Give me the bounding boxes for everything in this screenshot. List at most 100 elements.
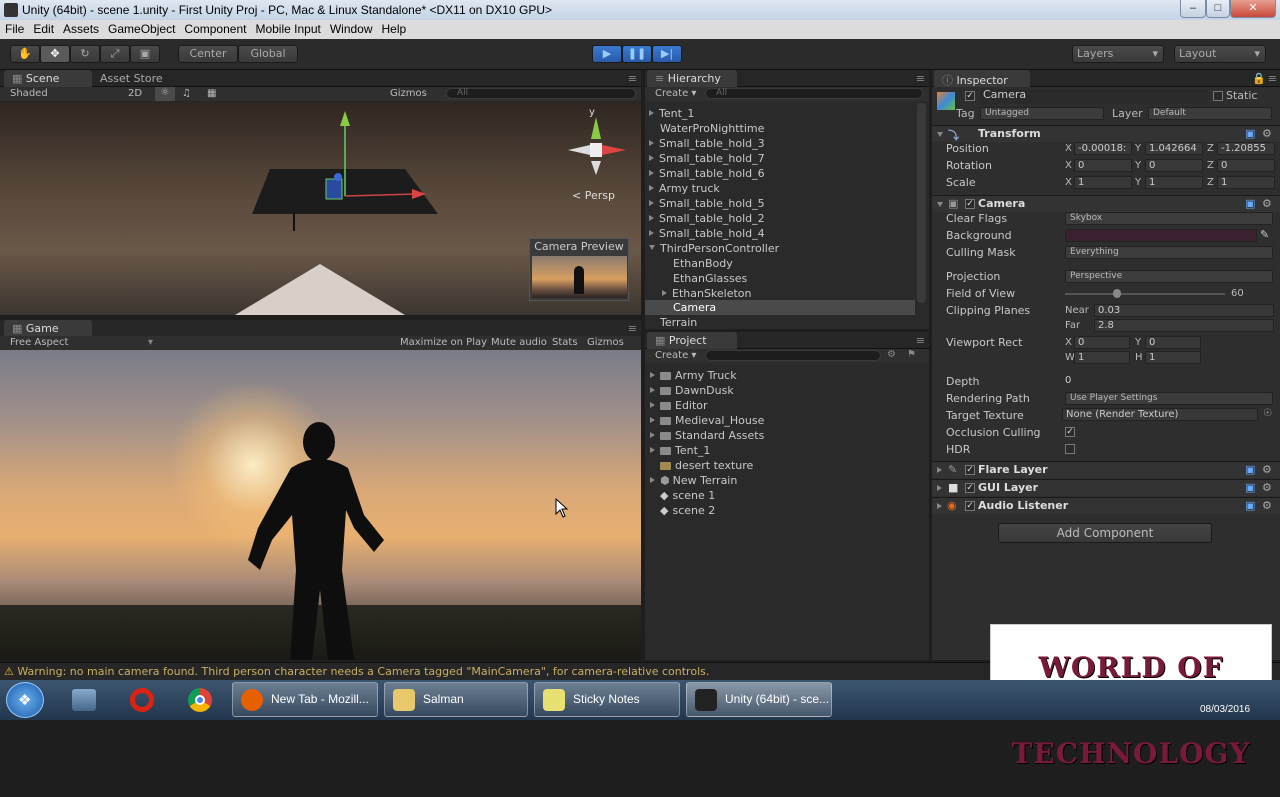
gear-icon[interactable]: ⚙	[1262, 499, 1272, 512]
rotation-z-input[interactable]: 0	[1217, 159, 1275, 172]
play-button[interactable]: ▶	[592, 45, 622, 63]
expand-arrow-icon[interactable]	[937, 503, 942, 509]
help-icon[interactable]: ▣	[1245, 197, 1255, 210]
stats-toggle[interactable]: Stats	[552, 337, 578, 348]
scale-z-input[interactable]: 1	[1217, 176, 1275, 189]
hierarchy-scrollbar[interactable]	[917, 103, 926, 303]
scale-y-input[interactable]: 1	[1145, 176, 1203, 189]
shading-mode-dropdown[interactable]: Shaded	[10, 88, 48, 99]
hand-tool-icon[interactable]: ✋	[10, 45, 40, 63]
scene-search-input[interactable]: All	[446, 88, 636, 99]
gizmo-center-cube[interactable]	[590, 143, 602, 157]
hdr-checkbox[interactable]	[1065, 444, 1075, 454]
orientation-gizmo[interactable]	[562, 109, 634, 179]
expand-arrow-icon[interactable]	[650, 447, 655, 453]
panel-menu-icon[interactable]: ≡	[628, 322, 637, 335]
expand-arrow-icon[interactable]	[649, 185, 654, 191]
viewport-x-input[interactable]: 0	[1074, 336, 1130, 349]
position-y-input[interactable]: 1.042664	[1145, 142, 1203, 155]
object-picker-icon[interactable]: ☉	[1263, 408, 1272, 419]
camera-enabled-checkbox[interactable]: ✓	[965, 199, 975, 209]
2d-toggle[interactable]: 2D	[128, 88, 142, 99]
maximize-button[interactable]: □	[1206, 0, 1230, 18]
layout-dropdown[interactable]: Layout ▾	[1174, 45, 1266, 63]
search-by-type-icon[interactable]: ⚙	[887, 349, 896, 360]
target-texture-field[interactable]: None (Render Texture)	[1062, 408, 1258, 421]
opera-pinned-icon[interactable]	[122, 683, 162, 717]
background-color-swatch[interactable]	[1065, 229, 1257, 242]
rotation-y-input[interactable]: 0	[1145, 159, 1203, 172]
gear-icon[interactable]: ⚙	[1262, 197, 1272, 210]
menu-mobile-input[interactable]: Mobile Input	[250, 20, 324, 36]
viewport-w-input[interactable]: 1	[1074, 351, 1130, 364]
pivot-global-button[interactable]: Global	[238, 45, 298, 63]
menu-file[interactable]: File	[0, 20, 28, 36]
taskbar-firefox[interactable]: New Tab - Mozill...	[232, 682, 378, 717]
expand-arrow-icon[interactable]	[649, 110, 654, 116]
help-icon[interactable]: ▣	[1245, 499, 1255, 512]
hierarchy-create-button[interactable]: Create ▾	[655, 88, 696, 99]
game-gizmos-dropdown[interactable]: Gizmos	[587, 337, 624, 348]
flare-layer-component-header[interactable]: ✎ ✓ Flare Layer ▣ ⚙	[932, 461, 1280, 478]
hierarchy-item-selected[interactable]: Camera	[645, 300, 915, 315]
project-item[interactable]: ◆ scene 1	[645, 488, 715, 503]
project-item[interactable]: Standard Assets	[645, 428, 764, 443]
taskbar-salman-folder[interactable]: Salman	[384, 682, 528, 717]
hierarchy-item[interactable]: Small_table_hold_4	[645, 226, 915, 241]
flare-layer-checkbox[interactable]: ✓	[965, 465, 975, 475]
project-create-button[interactable]: Create ▾	[655, 350, 696, 361]
menu-gameobject[interactable]: GameObject	[103, 20, 179, 36]
expand-arrow-icon[interactable]	[662, 290, 667, 296]
scale-tool-icon[interactable]: ⤢	[100, 45, 130, 63]
menu-help[interactable]: Help	[377, 20, 411, 36]
gui-layer-component-header[interactable]: ■ ✓ GUI Layer ▣ ⚙	[932, 479, 1280, 496]
collapse-arrow-icon[interactable]	[937, 132, 943, 137]
expand-arrow-icon[interactable]	[937, 485, 942, 491]
collapse-arrow-icon[interactable]	[937, 202, 943, 207]
viewport-h-input[interactable]: 1	[1145, 351, 1201, 364]
expand-arrow-icon[interactable]	[650, 477, 655, 483]
project-item[interactable]: Tent_1	[645, 443, 710, 458]
rotate-tool-icon[interactable]: ↻	[70, 45, 100, 63]
expand-arrow-icon[interactable]	[649, 215, 654, 221]
culling-mask-dropdown[interactable]: Everything	[1065, 246, 1273, 259]
gear-icon[interactable]: ⚙	[1262, 481, 1272, 494]
camera-gizmo[interactable]	[325, 178, 343, 200]
position-z-input[interactable]: -1.20855	[1217, 142, 1275, 155]
help-icon[interactable]: ▣	[1245, 481, 1255, 494]
eyedropper-icon[interactable]: ✎	[1260, 228, 1269, 241]
scene-gizmos-dropdown[interactable]: Gizmos	[390, 88, 427, 99]
expand-arrow-icon[interactable]	[650, 387, 655, 393]
hierarchy-item[interactable]: Terrain	[645, 315, 915, 329]
aspect-dropdown[interactable]: Free Aspect	[10, 337, 68, 348]
position-x-input[interactable]: -0.00018:	[1074, 142, 1132, 155]
explorer-pinned-icon[interactable]	[64, 683, 104, 717]
audio-listener-component-header[interactable]: ◉ ✓ Audio Listener ▣ ⚙	[932, 497, 1280, 514]
project-item[interactable]: Editor	[645, 398, 708, 413]
hierarchy-item[interactable]: Small_table_hold_6	[645, 166, 915, 181]
project-item[interactable]: ◆ scene 2	[645, 503, 715, 518]
lighting-toggle-icon[interactable]: ☼	[155, 87, 175, 101]
hierarchy-item[interactable]: Small_table_hold_3	[645, 136, 915, 151]
tab-scene[interactable]: ▦ Scene	[4, 70, 92, 87]
move-tool-icon[interactable]: ✥	[40, 45, 70, 63]
tab-inspector[interactable]: ⓘ Inspector	[934, 70, 1030, 87]
pivot-center-button[interactable]: Center	[178, 45, 238, 63]
scene-viewport[interactable]: y < Persp Camera Preview	[0, 101, 641, 315]
chrome-pinned-icon[interactable]	[180, 683, 220, 717]
hierarchy-item[interactable]: Small_table_hold_7	[645, 151, 915, 166]
gear-icon[interactable]: ⚙	[1262, 463, 1272, 476]
game-viewport[interactable]	[0, 350, 641, 660]
panel-menu-icon[interactable]: ≡	[916, 72, 925, 85]
menu-component[interactable]: Component	[179, 20, 250, 36]
hierarchy-item[interactable]: ThirdPersonController	[645, 241, 915, 256]
project-item[interactable]: Army Truck	[645, 368, 737, 383]
projection-dropdown[interactable]: Perspective	[1065, 270, 1273, 283]
effects-toggle-icon[interactable]: ▦	[207, 88, 216, 99]
menu-edit[interactable]: Edit	[28, 20, 58, 36]
menu-assets[interactable]: Assets	[58, 20, 103, 36]
aspect-dropdown-arrow-icon[interactable]: ▾	[148, 337, 153, 348]
project-item[interactable]: Medieval_House	[645, 413, 764, 428]
transform-component-header[interactable]: ⤵ Transform ▣ ⚙	[932, 125, 1280, 142]
far-clip-input[interactable]: 2.8	[1094, 319, 1274, 332]
